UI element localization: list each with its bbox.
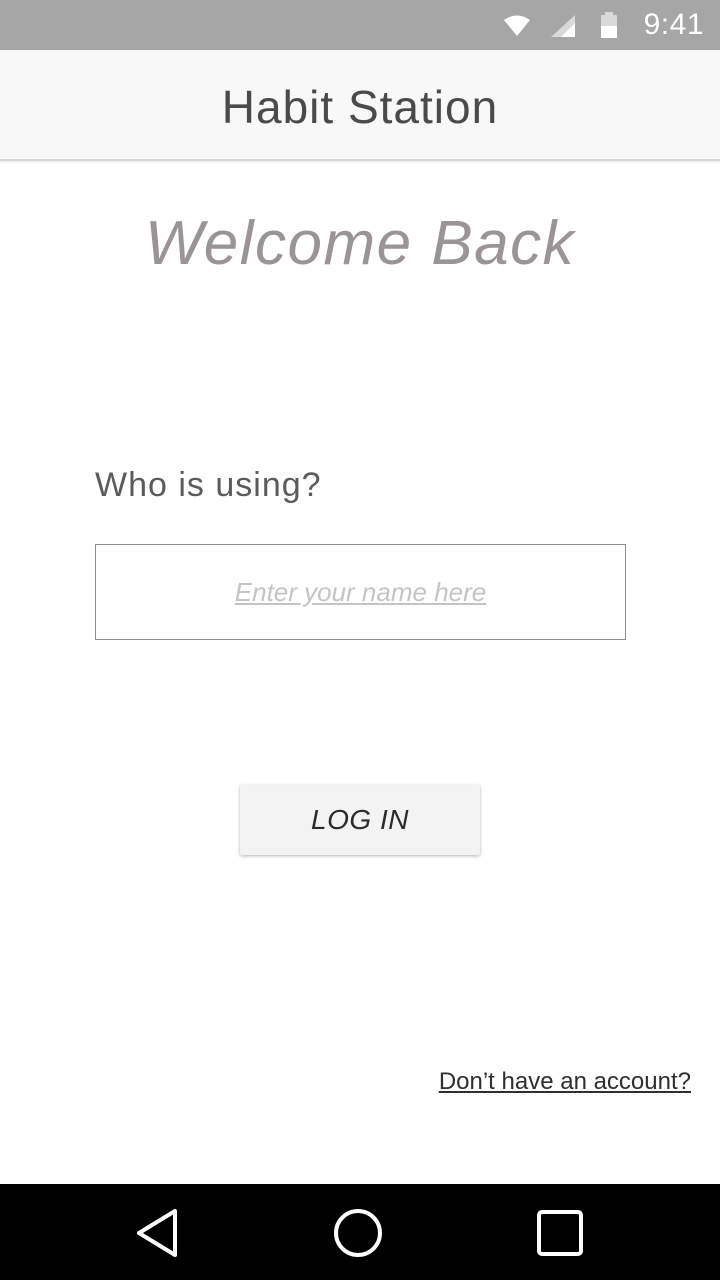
login-screen: 9:41 Habit Station Welcome Back Who is u… (0, 0, 720, 1280)
status-bar: 9:41 (0, 0, 720, 50)
status-time: 9:41 (643, 8, 704, 41)
wifi-icon (503, 14, 531, 38)
signal-icon (550, 14, 576, 38)
app-bar: Habit Station (0, 50, 720, 161)
navigation-bar (0, 1184, 720, 1280)
welcome-heading: Welcome Back (144, 209, 576, 278)
name-input[interactable] (95, 544, 626, 640)
app-title: Habit Station (221, 81, 499, 133)
recents-icon[interactable] (533, 1206, 587, 1260)
signup-link[interactable]: Don’t have an account? (439, 1068, 691, 1096)
who-is-using-label: Who is using? (95, 466, 322, 504)
back-icon[interactable] (131, 1206, 185, 1260)
battery-icon (600, 12, 618, 38)
login-button[interactable]: LOG IN (240, 785, 480, 855)
home-icon[interactable] (331, 1206, 385, 1260)
